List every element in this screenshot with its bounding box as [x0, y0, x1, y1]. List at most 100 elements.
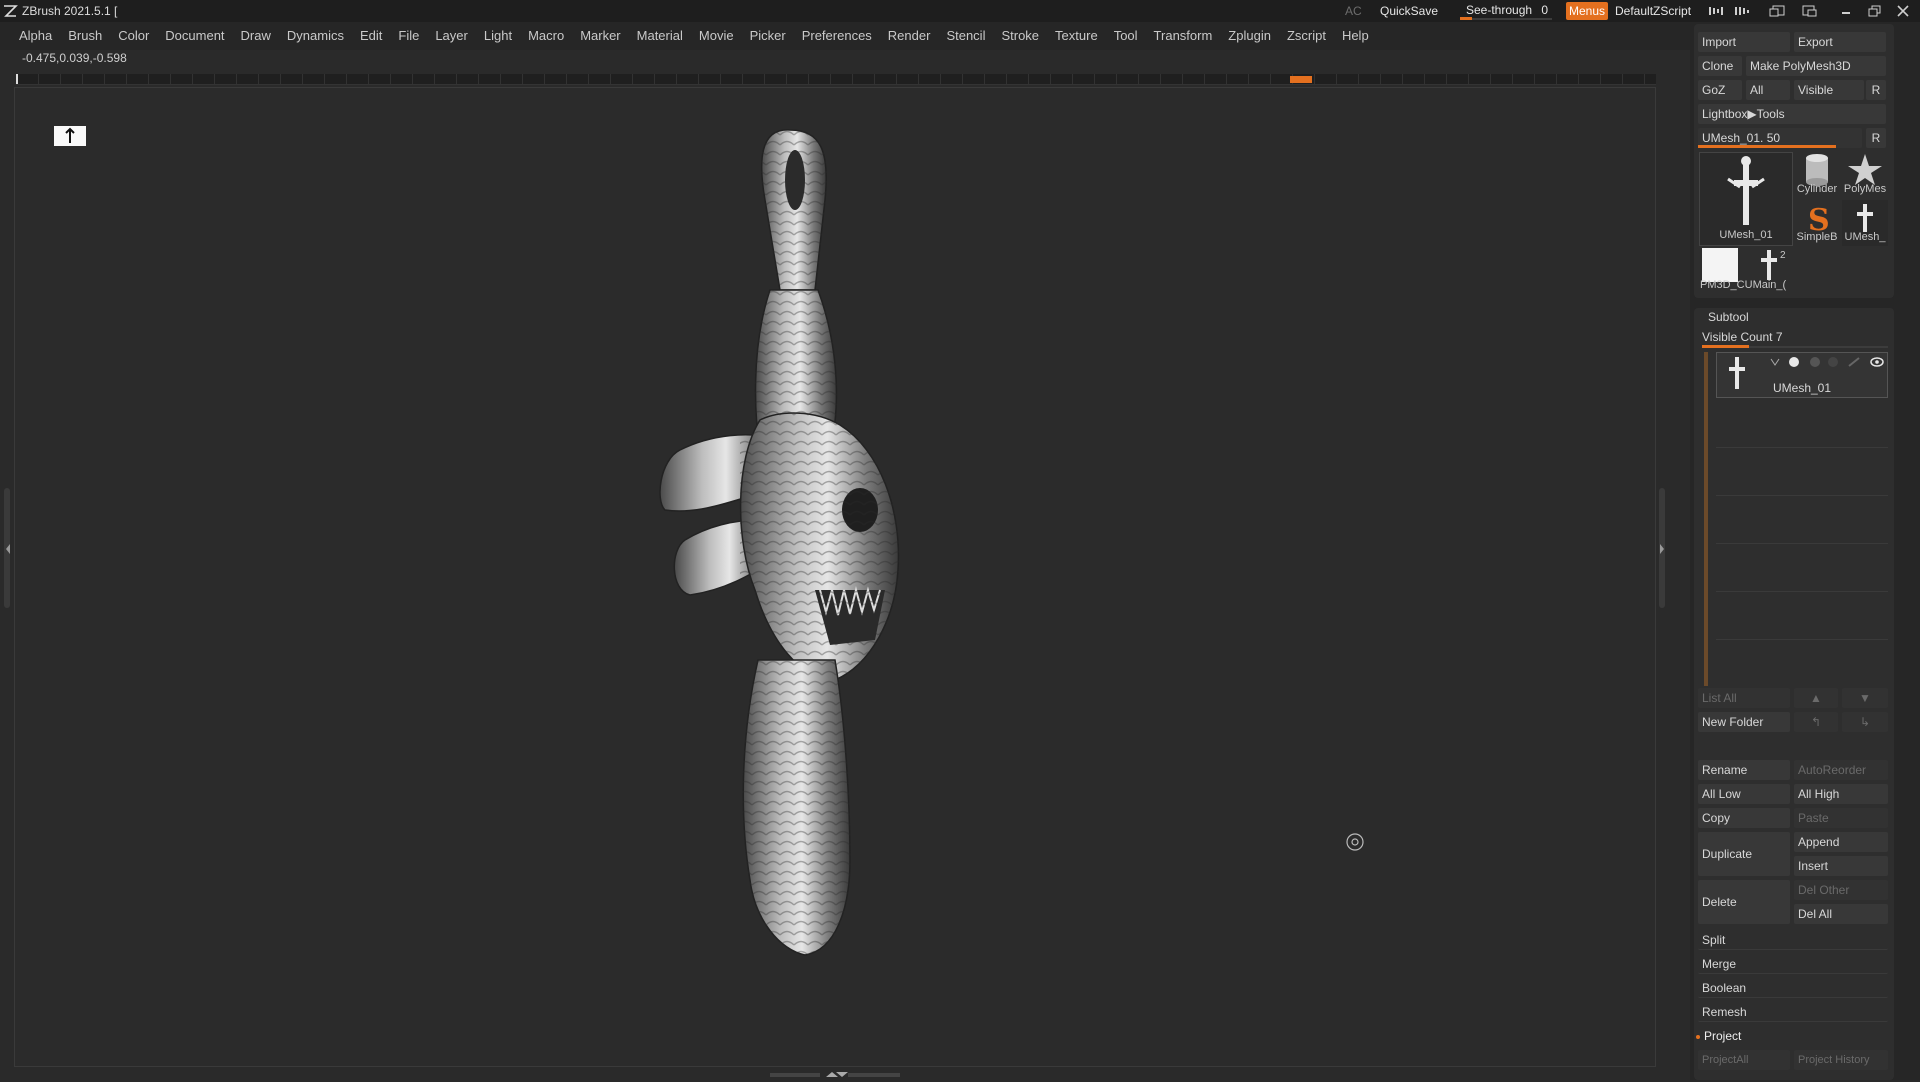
goz-r-button[interactable]: R — [1866, 80, 1886, 100]
projectall-button[interactable]: ProjectAll — [1698, 1050, 1790, 1070]
umesh-cross-thumbnail-icon — [1727, 156, 1765, 225]
tool-thumbnail-umesh01[interactable]: UMesh_01 — [1699, 152, 1793, 246]
export-button[interactable]: Export — [1794, 32, 1886, 52]
paste-button[interactable]: Paste — [1794, 808, 1888, 828]
menu-zplugin[interactable]: Zplugin — [1220, 22, 1279, 50]
brush-size-decrease-icon[interactable] — [1707, 3, 1727, 19]
menu-macro[interactable]: Macro — [520, 22, 572, 50]
del-all-button[interactable]: Del All — [1794, 904, 1888, 924]
import-button[interactable]: Import — [1698, 32, 1790, 52]
close-icon[interactable] — [1893, 3, 1913, 19]
tool-thumbnail-polymesh[interactable]: PolyMes — [1842, 152, 1888, 198]
menu-help[interactable]: Help — [1334, 22, 1377, 50]
current-tool-r-button[interactable]: R — [1866, 128, 1886, 148]
menu-material[interactable]: Material — [629, 22, 691, 50]
subtool-item-name: UMesh_01 — [1772, 381, 1832, 395]
minimize-icon[interactable] — [1836, 3, 1856, 19]
menu-texture[interactable]: Texture — [1047, 22, 1106, 50]
menu-transform[interactable]: Transform — [1146, 22, 1221, 50]
list-all-button[interactable]: List All — [1698, 688, 1790, 708]
menu-tool[interactable]: Tool — [1106, 22, 1146, 50]
project-subpalette[interactable]: Project — [1700, 1026, 1888, 1046]
menu-zscript[interactable]: Zscript — [1279, 22, 1334, 50]
sculpted-skull-cross-model[interactable] — [640, 120, 940, 1010]
simplebrush-s-thumbnail-icon: S — [1808, 203, 1830, 238]
transpose-pivot-icon[interactable] — [1345, 832, 1365, 852]
menu-light[interactable]: Light — [476, 22, 520, 50]
thumbnail-label: Cylinder — [1796, 183, 1838, 195]
all-high-button[interactable]: All High — [1794, 784, 1888, 804]
tool-thumbnail-pm3d[interactable] — [1702, 248, 1738, 282]
quicksave-button[interactable]: QuickSave — [1380, 4, 1438, 18]
boolean-subpalette[interactable]: Boolean — [1698, 978, 1888, 998]
goz-button[interactable]: GoZ — [1698, 80, 1742, 100]
move-up-arrow-icon[interactable]: ▲ — [1794, 688, 1838, 708]
menu-draw[interactable]: Draw — [233, 22, 279, 50]
remesh-subpalette[interactable]: Remesh — [1698, 1002, 1888, 1022]
current-tool-slider-fill — [1698, 145, 1836, 148]
merge-subpalette[interactable]: Merge — [1698, 954, 1888, 974]
menu-preferences[interactable]: Preferences — [794, 22, 880, 50]
menu-stroke[interactable]: Stroke — [993, 22, 1047, 50]
menu-alpha[interactable]: Alpha — [11, 22, 60, 50]
all-low-button[interactable]: All Low — [1698, 784, 1790, 804]
menu-render[interactable]: Render — [880, 22, 939, 50]
timeline-current-marker[interactable] — [1290, 76, 1312, 83]
menu-edit[interactable]: Edit — [352, 22, 390, 50]
project-history-button[interactable]: Project History — [1794, 1050, 1888, 1070]
menu-marker[interactable]: Marker — [572, 22, 628, 50]
ac-toggle[interactable]: AC — [1345, 4, 1362, 18]
menu-document[interactable]: Document — [157, 22, 232, 50]
subtool-header[interactable]: Subtool — [1708, 310, 1749, 324]
right-tray-arrow-icon — [1658, 542, 1666, 556]
folder-move-down-icon[interactable]: ↳ — [1842, 712, 1888, 732]
subtool-item-umesh01[interactable]: UMesh_01 — [1716, 352, 1888, 398]
duplicate-button[interactable]: Duplicate — [1698, 832, 1790, 876]
tool-thumbnail-umesh-small[interactable]: UMesh_ — [1842, 200, 1888, 246]
menus-toggle-button[interactable]: Menus — [1566, 2, 1608, 20]
menu-color[interactable]: Color — [110, 22, 157, 50]
clone-button[interactable]: Clone — [1698, 56, 1742, 76]
see-through-value: 0 — [1541, 3, 1548, 17]
thumbnail-label: PolyMes — [1843, 183, 1887, 195]
see-through-slider[interactable]: See-through 0 — [1460, 2, 1552, 20]
tool-thumbnail-simplebrush[interactable]: S SimpleB — [1794, 200, 1840, 246]
menu-brush[interactable]: Brush — [60, 22, 110, 50]
menu-picker[interactable]: Picker — [742, 22, 794, 50]
menu-file[interactable]: File — [390, 22, 427, 50]
default-zscript-button[interactable]: DefaultZScript — [1615, 4, 1691, 18]
folder-move-up-icon[interactable]: ↰ — [1794, 712, 1838, 732]
rename-button[interactable]: Rename — [1698, 760, 1790, 780]
subtool-list-scrollbar[interactable] — [1704, 352, 1708, 686]
autoreorder-button[interactable]: AutoReorder — [1794, 760, 1888, 780]
brush-size-increase-icon[interactable] — [1733, 3, 1753, 19]
append-button[interactable]: Append — [1794, 832, 1888, 852]
subtool-empty-slots — [1716, 400, 1888, 684]
goz-visible-button[interactable]: Visible — [1794, 80, 1864, 100]
menu-dynamics[interactable]: Dynamics — [279, 22, 352, 50]
subtool-toggles-icon[interactable] — [1767, 355, 1887, 369]
new-folder-button[interactable]: New Folder — [1698, 712, 1790, 732]
bottom-tray-handle[interactable] — [770, 1068, 900, 1077]
thumbnail-label: UMesh_01 — [1719, 229, 1773, 241]
del-other-button[interactable]: Del Other — [1794, 880, 1888, 900]
menu-movie[interactable]: Movie — [691, 22, 742, 50]
delete-button[interactable]: Delete — [1698, 880, 1790, 924]
insert-button[interactable]: Insert — [1794, 856, 1888, 876]
layout-restore-icon[interactable] — [1800, 3, 1820, 19]
visible-count-label[interactable]: Visible Count 7 — [1702, 330, 1783, 344]
floor-axis-indicator-icon[interactable] — [54, 126, 86, 146]
timeline-ruler[interactable] — [16, 74, 1656, 85]
make-polymesh3d-button[interactable]: Make PolyMesh3D — [1746, 56, 1886, 76]
goz-all-button[interactable]: All — [1746, 80, 1790, 100]
layout-switch-icon[interactable] — [1768, 3, 1788, 19]
thumbnail-label: SimpleB — [1796, 231, 1838, 243]
menu-stencil[interactable]: Stencil — [938, 22, 993, 50]
split-subpalette[interactable]: Split — [1698, 930, 1888, 950]
move-down-arrow-icon[interactable]: ▼ — [1842, 688, 1888, 708]
tool-thumbnail-cylinder[interactable]: Cylinder — [1794, 152, 1840, 198]
lightbox-tools-button[interactable]: Lightbox▶Tools — [1698, 104, 1886, 124]
copy-button[interactable]: Copy — [1698, 808, 1790, 828]
maximize-icon[interactable] — [1865, 3, 1885, 19]
menu-layer[interactable]: Layer — [427, 22, 476, 50]
